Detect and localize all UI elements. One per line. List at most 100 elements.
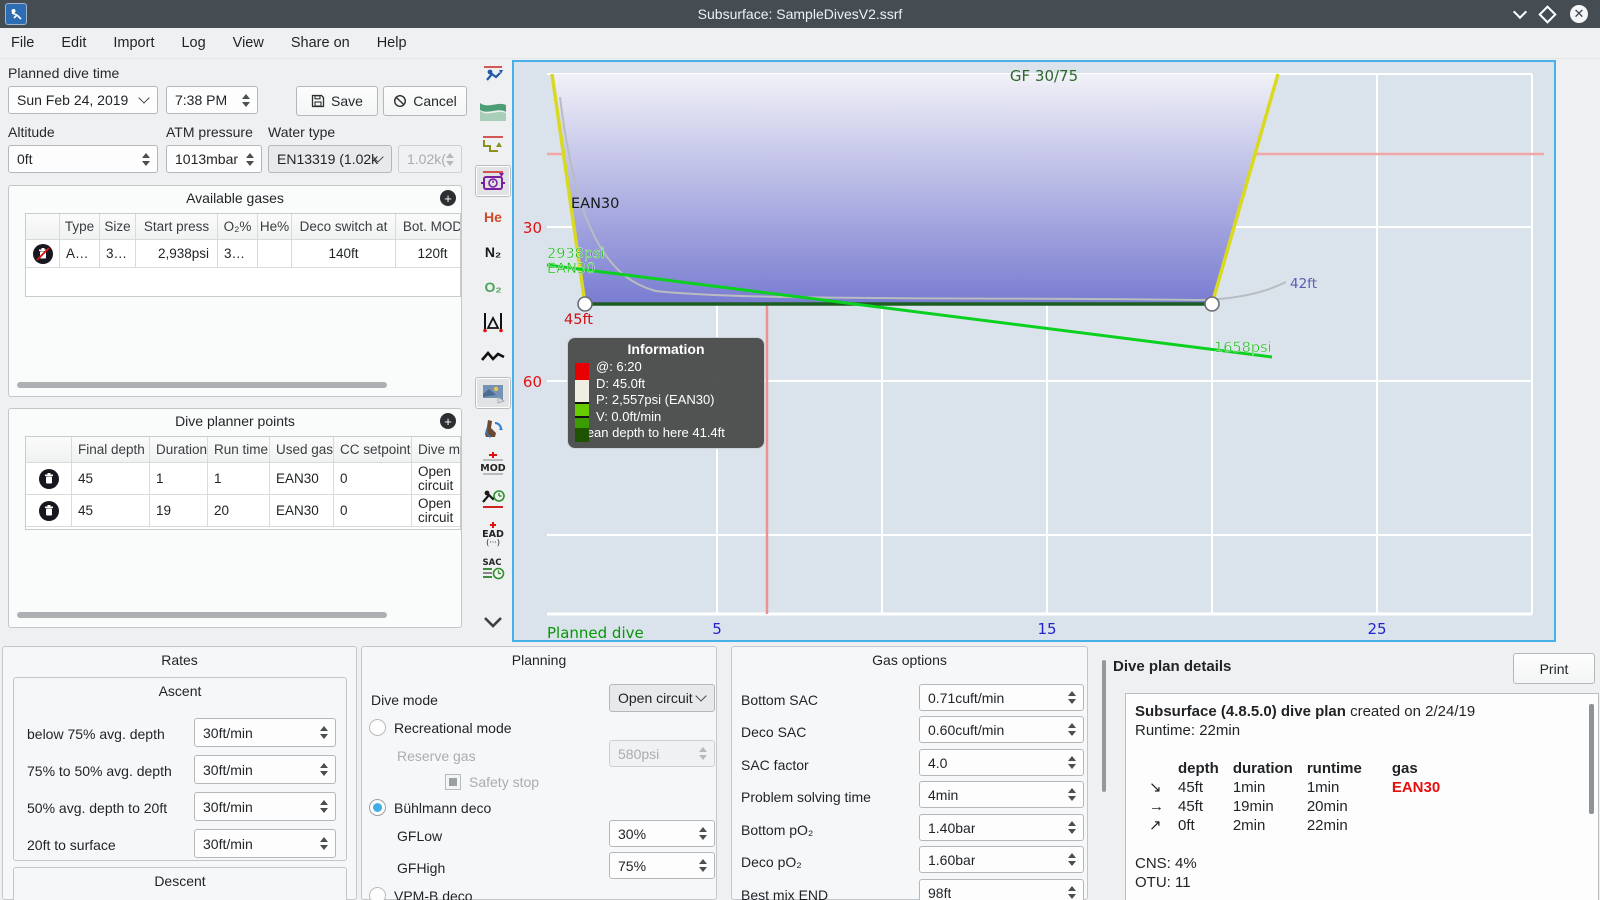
gflow-label: GFLow (397, 828, 443, 844)
gfhigh-spinner[interactable]: 75% (609, 852, 715, 879)
buhlmann-deco-radio[interactable] (369, 799, 386, 816)
gas-type[interactable]: A… (60, 240, 100, 268)
bottom-sac-spinner[interactable]: 0.71cuft/min (919, 684, 1084, 711)
date-select[interactable]: Sun Feb 24, 2019 (8, 86, 158, 114)
calculated-ceiling-icon[interactable] (476, 130, 510, 160)
dive-mode-select[interactable]: Open circuit (609, 684, 715, 712)
dive-profile-chart[interactable]: GF 30/75 30 60 5 15 25 EAN30 2938psi EAN… (512, 60, 1556, 642)
vpmb-deco-radio[interactable] (369, 887, 386, 900)
point-setpoint[interactable]: 0 (334, 495, 412, 527)
helium-graph-icon[interactable]: He (476, 202, 510, 232)
gas-options-title: Gas options (872, 652, 947, 668)
planned-dive-time-label: Planned dive time (8, 65, 120, 81)
profile-toolbar: He N₂ O₂ MOD EAD (···) SAC (474, 60, 512, 642)
menu-import[interactable]: Import (113, 35, 154, 51)
rate-spinner-3[interactable]: 30ft/min (194, 792, 336, 821)
sac-factor-spinner[interactable]: 4.0 (919, 749, 1084, 776)
point-row-1: 45 1 1 EAN30 0 Open circuit (26, 463, 460, 495)
level-arrow: → (1149, 798, 1164, 815)
sac-icon[interactable]: SAC (476, 554, 510, 584)
oxygen-graph-icon[interactable]: O₂ (476, 272, 510, 302)
mod-icon[interactable]: MOD (476, 449, 510, 479)
profile-handle-end[interactable] (1204, 296, 1220, 312)
delete-point-icon[interactable] (38, 468, 59, 489)
safety-stop-label: Safety stop (469, 774, 540, 790)
altitude-spinner[interactable]: 0ft (8, 145, 158, 173)
rate-label: 75% to 50% avg. depth (27, 763, 172, 779)
add-point-button[interactable]: + (440, 413, 456, 429)
minimize-icon[interactable] (1512, 4, 1528, 20)
tooltip-depth: D: 45.0ft (596, 375, 646, 391)
tooltip-time: @: 6:20 (596, 359, 642, 374)
point-depth[interactable]: 45 (72, 495, 150, 527)
svg-text:SAC: SAC (483, 558, 502, 568)
setpoint-icon[interactable] (475, 165, 511, 197)
gas-bot-mod[interactable]: 120ft (396, 240, 460, 268)
rate-spinner-2[interactable]: 30ft/min (194, 755, 336, 784)
gflow-spinner[interactable]: 30% (609, 820, 715, 847)
photos-icon[interactable] (475, 377, 511, 409)
point-duration[interactable]: 19 (150, 495, 208, 527)
scroll-down-icon[interactable] (476, 607, 510, 637)
tissue-saturation-icon[interactable] (476, 307, 510, 337)
point-depth[interactable]: 45 (72, 463, 150, 495)
delete-point-icon[interactable] (38, 500, 59, 521)
gas-deco-switch[interactable]: 140ft (292, 240, 396, 268)
best-mix-end-spinner[interactable]: 98ft (919, 879, 1084, 900)
gas-pressure-icon[interactable] (476, 95, 510, 125)
gas-he[interactable] (258, 240, 292, 268)
menu-help[interactable]: Help (377, 35, 407, 51)
rate-spinner-4[interactable]: 30ft/min (194, 829, 336, 858)
details-vscrollbar[interactable] (1589, 704, 1594, 814)
menu-file[interactable]: File (11, 35, 34, 51)
print-button[interactable]: Print (1513, 653, 1595, 684)
problem-solving-time-spinner[interactable]: 4min (919, 781, 1084, 808)
delete-gas-icon[interactable] (32, 243, 53, 264)
atm-pressure-spinner[interactable]: 1013mbar (166, 145, 262, 173)
points-hscrollbar[interactable] (17, 612, 387, 618)
point-mode[interactable]: Open circuit (412, 463, 460, 495)
add-gas-button[interactable]: + (440, 190, 456, 206)
deco-po2-spinner[interactable]: 1.60bar (919, 846, 1084, 873)
point-setpoint[interactable]: 0 (334, 463, 412, 495)
water-type-select[interactable]: EN13319 (1.02k (268, 145, 392, 173)
nitrogen-graph-icon[interactable]: N₂ (476, 237, 510, 267)
maximize-icon[interactable] (1538, 4, 1557, 24)
time-spinner[interactable]: 7:38 PM (166, 86, 258, 114)
gases-hscrollbar[interactable] (17, 382, 387, 388)
gas-size[interactable]: 3… (100, 240, 136, 268)
dive-plan-text[interactable]: Subsurface (4.8.5.0) dive plan created o… (1125, 693, 1599, 900)
point-runtime[interactable]: 1 (208, 463, 270, 495)
menu-log[interactable]: Log (181, 35, 205, 51)
cancel-button[interactable]: Cancel (383, 86, 467, 116)
menu-view[interactable]: View (233, 35, 264, 51)
gas-start-press[interactable]: 2,938psi (136, 240, 218, 268)
gas-change-icon[interactable] (476, 414, 510, 444)
point-gas[interactable]: EAN30 (270, 495, 334, 527)
menu-share-on[interactable]: Share on (291, 35, 350, 51)
close-icon[interactable]: ✕ (1570, 5, 1588, 23)
heart-rate-icon[interactable] (476, 342, 510, 372)
salinity-spinner: 1.02k( (398, 145, 462, 173)
end-pressure-label: 1658psi (1214, 340, 1272, 356)
deco-sac-spinner[interactable]: 0.60cuft/min (919, 716, 1084, 743)
ead-icon[interactable]: EAD (···) (476, 519, 510, 549)
menu-edit[interactable]: Edit (61, 35, 86, 51)
point-runtime[interactable]: 20 (208, 495, 270, 527)
rate-spinner-1[interactable]: 30ft/min (194, 718, 336, 747)
point-mode[interactable]: Open circuit (412, 495, 460, 527)
tissue-bar-icon (575, 363, 589, 442)
point-duration[interactable]: 1 (150, 463, 208, 495)
profile-handle-start[interactable] (577, 296, 593, 312)
altitude-label: Altitude (8, 124, 55, 140)
ndl-icon[interactable] (476, 484, 510, 514)
save-button[interactable]: Save (296, 86, 378, 116)
point-gas[interactable]: EAN30 (270, 463, 334, 495)
col-type: Type (60, 214, 100, 240)
gases-table: Type Size Start press O₂% He% Deco switc… (25, 213, 461, 297)
col-deco-switch: Deco switch at (292, 214, 396, 240)
gas-o2[interactable]: 3… (218, 240, 258, 268)
bottom-po2-spinner[interactable]: 1.40bar (919, 814, 1084, 841)
recreational-mode-radio[interactable] (369, 719, 386, 736)
diver-icon[interactable] (476, 60, 510, 90)
